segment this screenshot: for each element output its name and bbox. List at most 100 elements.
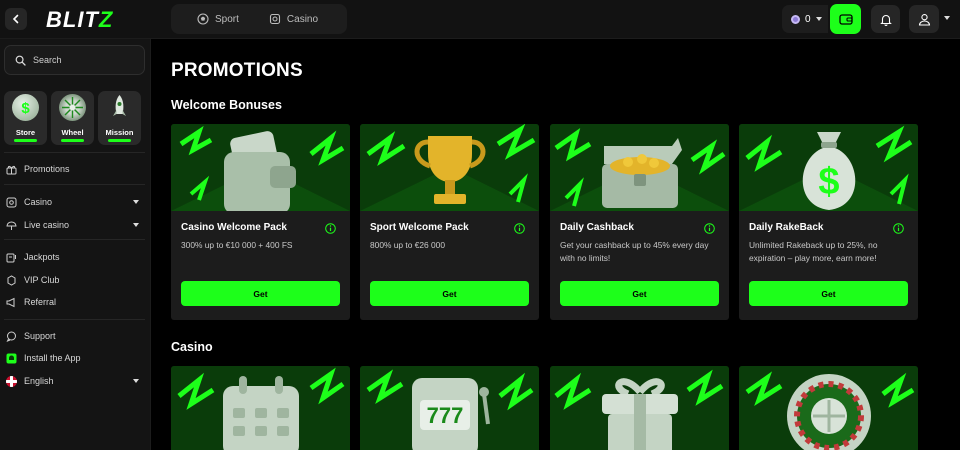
tile-store[interactable]: $ Store [4,91,47,145]
casino-promo-card[interactable] [171,366,350,450]
tile-mission-indicator [108,139,131,142]
vip-icon [7,274,16,286]
bell-icon [879,14,892,26]
divider [4,319,145,320]
sidebar-item-promotions[interactable]: Promotions [6,160,145,178]
info-icon[interactable] [514,223,525,234]
main-content: PROMOTIONS Welcome Bonuses Casino Welcom… [152,39,960,450]
logo-accent-letter: Z [98,7,114,32]
user-icon [918,13,930,26]
tab-casino[interactable]: Casino [239,4,318,34]
sidebar: Search $ Store Wheel Mission Promotions … [0,39,151,450]
sidebar-item-casino[interactable]: Casino [6,193,145,211]
balance-amount: 0 [805,13,811,25]
get-button[interactable]: Get [181,281,340,306]
tile-mission[interactable]: Mission [98,91,141,145]
tab-sport-label: Sport [215,13,239,25]
android-icon [6,353,17,363]
search-placeholder: Search [33,55,62,65]
promo-card[interactable]: Sport Welcome Pack 800% up to €26 000 Ge… [360,124,539,320]
search-input[interactable]: Search [4,45,145,75]
account-button[interactable] [909,5,939,33]
chevron-left-icon [12,14,19,24]
casino-icon [6,197,17,207]
sidebar-item-install-app[interactable]: Install the App [6,349,145,367]
casino-promo-card[interactable]: 777 [360,366,539,450]
promo-card[interactable]: Casino Welcome Pack 300% up to €10 000 +… [171,124,350,320]
gift-icon [6,165,17,174]
sidebar-item-label: Casino [24,197,53,207]
live-casino-icon [6,221,17,230]
balance-selector[interactable]: 0 [782,5,828,33]
blitz-logo[interactable]: BLITZ [46,7,113,33]
sidebar-item-label: Live casino [24,220,70,230]
info-icon[interactable] [325,223,336,234]
promo-card-art: $ [739,124,918,211]
casino-promo-card[interactable] [550,366,729,450]
divider [4,184,145,185]
sidebar-item-jackpots[interactable]: Jackpots [6,248,145,266]
tile-wheel[interactable]: Wheel [51,91,94,145]
wallet-button[interactable] [830,4,861,34]
sidebar-item-support[interactable]: Support [6,327,145,345]
get-button[interactable]: Get [370,281,529,306]
language-selector[interactable]: English [6,372,145,390]
promo-card[interactable]: $ Daily RakeBack Unlimited Rakeback up t… [739,124,918,320]
jackpot-icon [6,253,16,262]
calendar-icon [223,376,299,450]
info-icon[interactable] [893,223,904,234]
collapse-sidebar-button[interactable] [5,8,27,30]
notifications-button[interactable] [871,5,900,33]
chevron-down-icon[interactable] [133,223,139,227]
sidebar-item-vip-club[interactable]: VIP Club [6,271,145,289]
promo-card-art [171,124,350,211]
tile-store-label: Store [15,128,36,137]
casino-icon [269,13,280,25]
tab-casino-label: Casino [286,13,319,25]
promo-card-description: Get your cashback up to 45% every day wi… [560,240,709,263]
soccer-ball-icon [197,13,209,25]
gift-box-icon [602,378,678,450]
sidebar-item-label: Install the App [24,353,81,363]
tile-mission-label: Mission [105,128,134,137]
tile-store-indicator [14,139,37,142]
chevron-down-icon[interactable] [133,379,139,383]
money-bag-icon: $ [802,132,856,210]
get-button[interactable]: Get [749,281,908,306]
sidebar-item-referral[interactable]: Referral [6,293,145,311]
promo-card-title: Sport Welcome Pack [370,222,469,233]
rocket-icon [106,94,133,121]
chevron-down-icon[interactable] [133,200,139,204]
search-icon [15,55,26,66]
promo-card-art [550,124,729,211]
promo-card-title: Casino Welcome Pack [181,222,287,233]
promo-card-description: 800% up to €26 000 [370,240,445,250]
section-title-casino: Casino [171,340,213,354]
top-bar: BLITZ Sport Casino 0 [0,0,960,39]
sidebar-item-label: Support [24,331,56,341]
roulette-icon [787,374,871,450]
page-title: PROMOTIONS [171,60,303,81]
account-menu-chevron-icon[interactable] [944,16,950,20]
sidebar-item-label: VIP Club [24,275,60,285]
treasure-chest-icon [602,138,682,208]
promo-card-art [360,124,539,211]
promo-card[interactable]: Daily Cashback Get your cashback up to 4… [550,124,729,320]
slot-machine-icon: 777 [412,378,490,450]
svg-text:777: 777 [427,403,464,428]
tile-wheel-indicator [61,139,84,142]
tile-wheel-label: Wheel [61,128,84,137]
svg-text:$: $ [818,161,839,203]
casino-promo-card[interactable] [739,366,918,450]
promo-card-description: 300% up to €10 000 + 400 FS [181,240,293,250]
coin-icon [791,14,800,24]
svg-text:$: $ [21,100,30,117]
promo-card-title: Daily Cashback [560,222,634,233]
sidebar-item-label: Promotions [24,164,70,174]
wallet-icon [838,14,853,25]
language-label: English [24,376,54,386]
sidebar-item-live-casino[interactable]: Live casino [6,216,145,234]
info-icon[interactable] [704,223,715,234]
get-button[interactable]: Get [560,281,719,306]
tab-sport[interactable]: Sport [171,4,239,34]
